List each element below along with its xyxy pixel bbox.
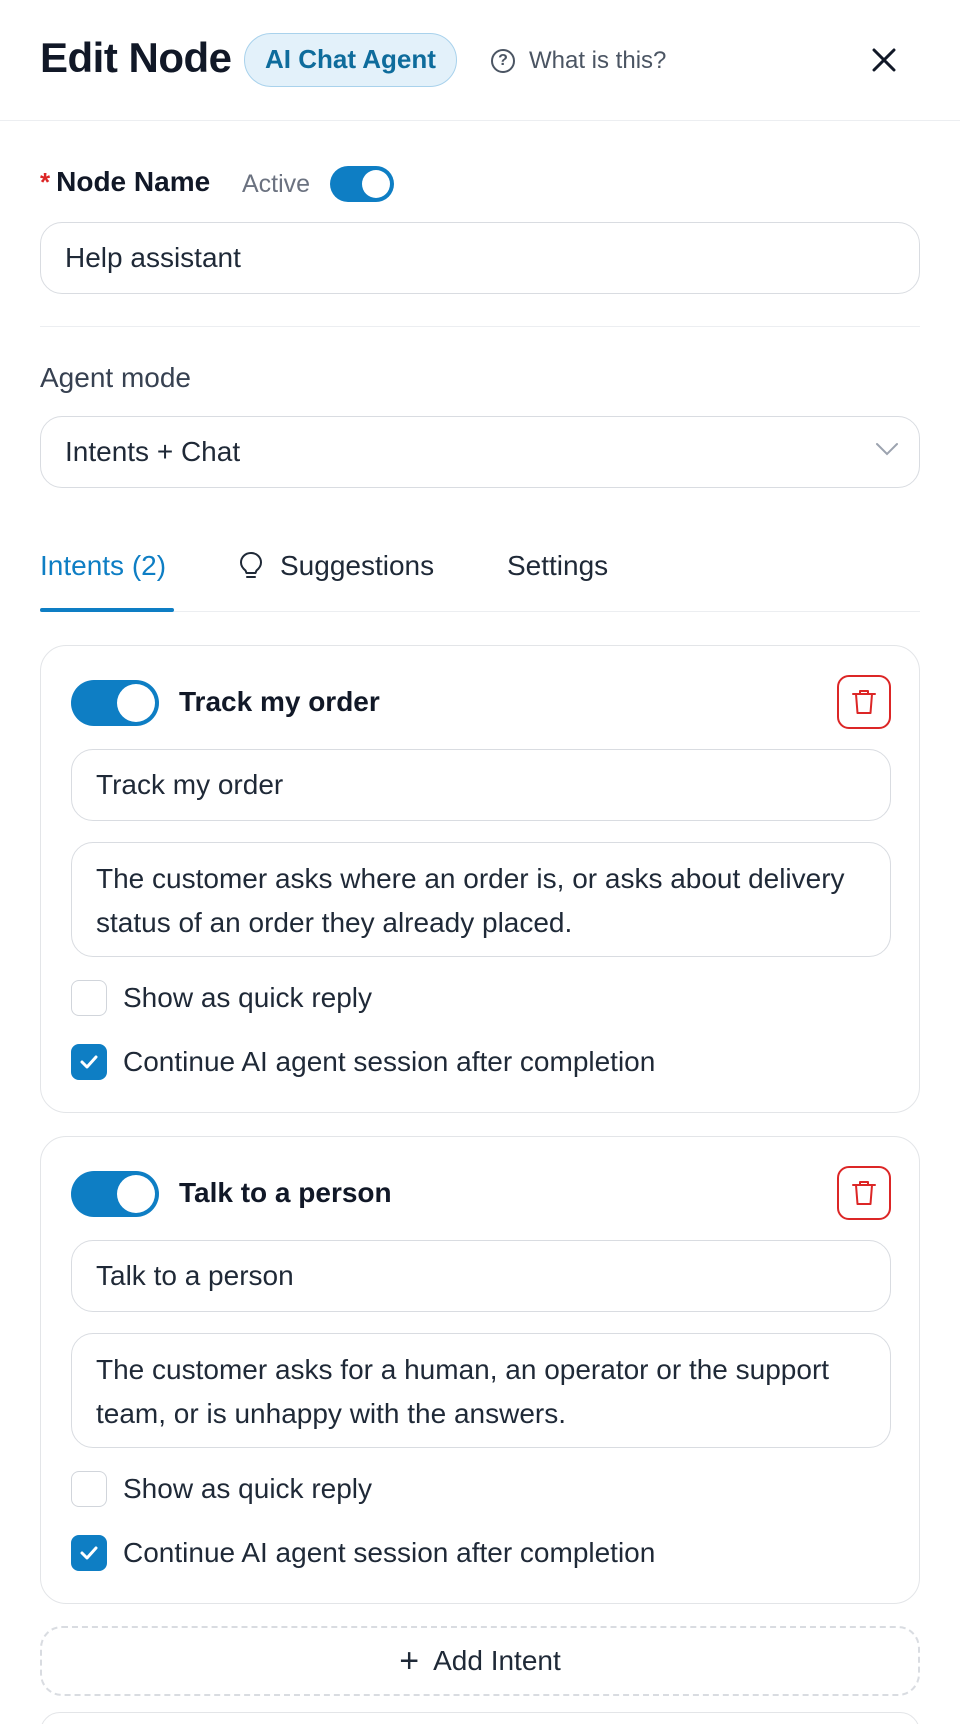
page-title: Edit Node: [40, 34, 232, 81]
agent-mode-value: Intents + Chat: [65, 436, 241, 467]
tab-intents[interactable]: Intents (2): [40, 550, 166, 582]
node-type-badge: AI Chat Agent: [244, 33, 457, 87]
lightbulb-icon: [240, 552, 262, 578]
help-link-label: What is this?: [529, 47, 667, 74]
checkmark-icon: [80, 1546, 98, 1560]
chevron-down-icon: [876, 443, 898, 456]
node-name-input[interactable]: Help assistant: [40, 222, 920, 294]
quick-reply-label: Show as quick reply: [123, 1473, 373, 1504]
intent-card: Talk to a person Talk to a person The cu…: [40, 1136, 920, 1604]
intent-enabled-toggle[interactable]: [71, 1171, 159, 1217]
trash-icon: [852, 690, 876, 714]
checkmark-icon: [80, 1055, 98, 1069]
tab-suggestions[interactable]: Suggestions: [238, 550, 434, 582]
node-name-label: * Node Name: [40, 166, 210, 198]
add-intent-label: Add Intent: [433, 1645, 561, 1676]
agent-mode-select[interactable]: Intents + Chat: [40, 416, 920, 488]
active-tab-indicator: [40, 608, 174, 612]
intent-title: Talk to a person: [179, 1177, 392, 1208]
required-marker: *: [40, 166, 51, 197]
continue-session-checkbox[interactable]: [71, 1044, 107, 1080]
intent-description-textarea[interactable]: The customer asks for a human, an operat…: [71, 1333, 891, 1448]
intent-title: Track my order: [179, 686, 380, 717]
active-toggle[interactable]: [330, 166, 394, 202]
continue-session-label: Continue AI agent session after completi…: [123, 1537, 656, 1568]
add-intent-button[interactable]: + Add Intent: [40, 1626, 920, 1696]
intent-name-input[interactable]: Talk to a person: [71, 1240, 891, 1312]
quick-reply-option[interactable]: Show as quick reply: [71, 980, 372, 1016]
continue-session-checkbox[interactable]: [71, 1535, 107, 1571]
tab-suggestions-label: Suggestions: [280, 550, 435, 581]
continue-session-option[interactable]: Continue AI agent session after completi…: [71, 1535, 655, 1571]
intent-card: Track my order Track my order The custom…: [40, 645, 920, 1113]
node-name-label-text: Node Name: [56, 166, 211, 197]
modal-header: Edit Node AI Chat Agent ? What is this?: [0, 0, 960, 121]
quick-reply-option[interactable]: Show as quick reply: [71, 1471, 372, 1507]
active-label: Active: [242, 170, 311, 198]
question-circle-icon: ?: [491, 49, 515, 73]
quick-reply-checkbox[interactable]: [71, 980, 107, 1016]
quick-reply-label: Show as quick reply: [123, 982, 373, 1013]
collapsed-section-card: [40, 1712, 920, 1724]
intent-description-textarea[interactable]: The customer asks where an order is, or …: [71, 842, 891, 957]
plus-icon: +: [399, 1642, 420, 1680]
toggle-knob: [117, 684, 155, 722]
toggle-knob: [362, 170, 390, 198]
help-link[interactable]: ? What is this?: [491, 44, 666, 78]
trash-icon: [852, 1181, 876, 1205]
tab-intents-label: Intents (2): [40, 550, 167, 581]
tab-bar: Intents (2) Suggestions Settings: [40, 540, 920, 612]
continue-session-label: Continue AI agent session after completi…: [123, 1046, 656, 1077]
tab-settings-label: Settings: [507, 550, 609, 581]
agent-mode-label: Agent mode: [40, 362, 191, 393]
tab-settings[interactable]: Settings: [507, 550, 608, 582]
intent-enabled-toggle[interactable]: [71, 680, 159, 726]
divider: [40, 326, 920, 327]
delete-intent-button[interactable]: [837, 675, 891, 729]
close-button[interactable]: [864, 40, 904, 80]
continue-session-option[interactable]: Continue AI agent session after completi…: [71, 1044, 655, 1080]
delete-intent-button[interactable]: [837, 1166, 891, 1220]
intent-name-input[interactable]: Track my order: [71, 749, 891, 821]
close-icon: [872, 48, 896, 72]
toggle-knob: [117, 1175, 155, 1213]
quick-reply-checkbox[interactable]: [71, 1471, 107, 1507]
